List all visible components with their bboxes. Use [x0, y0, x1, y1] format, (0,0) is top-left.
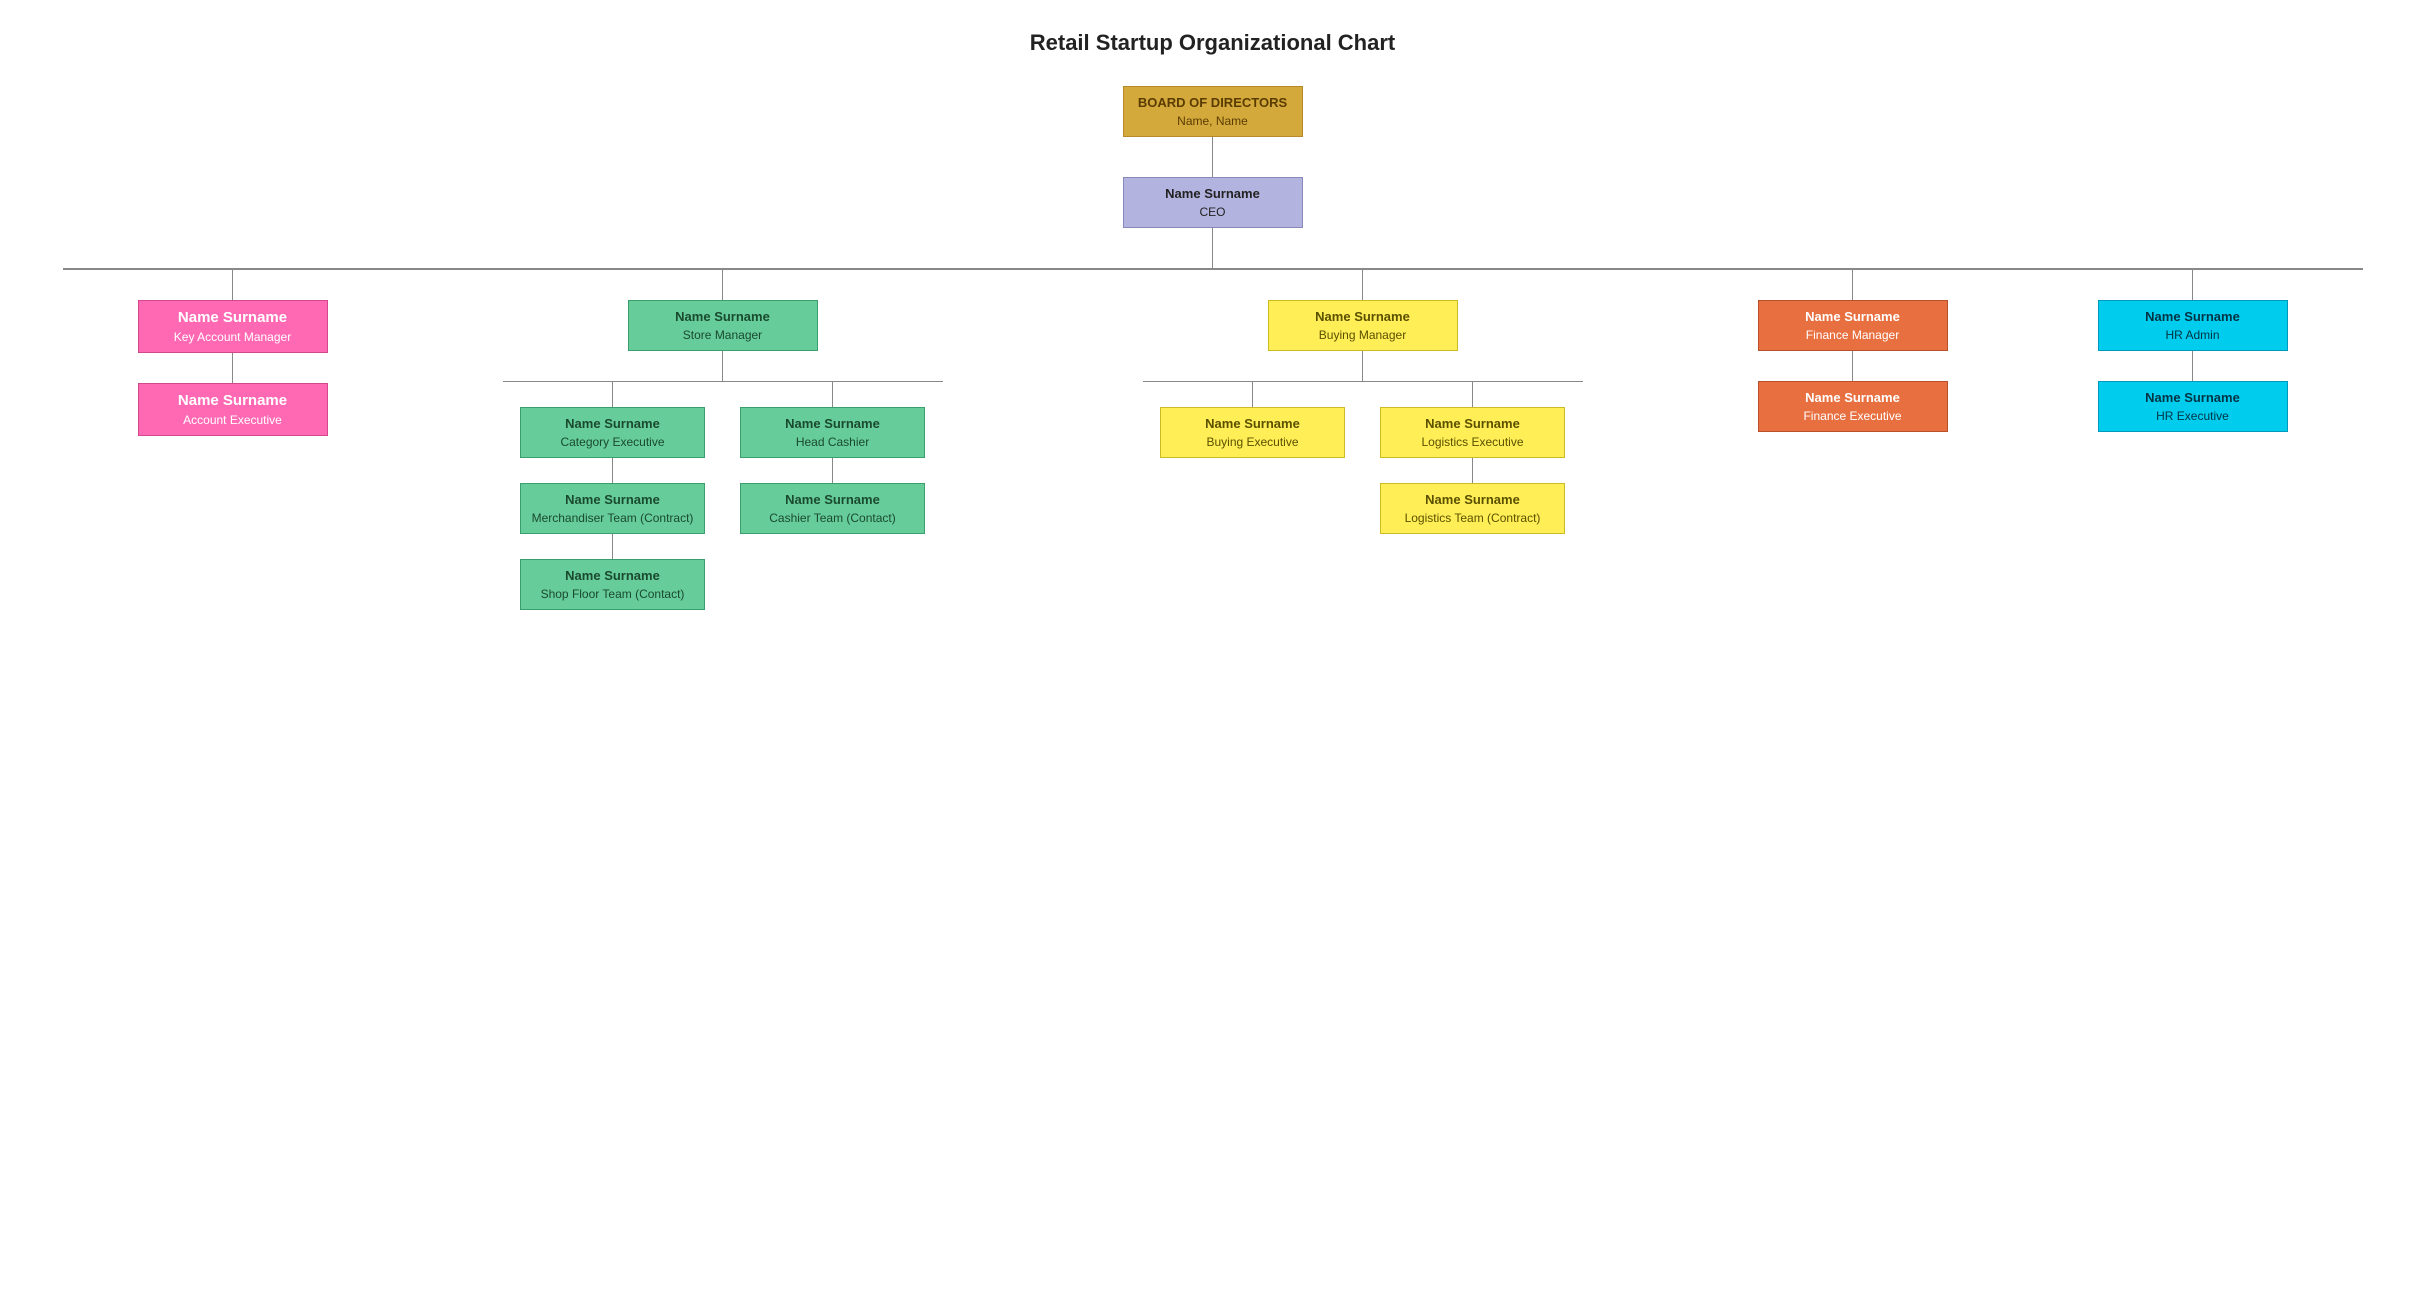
store-children-row: Name Surname Category Executive Name Sur…: [503, 382, 943, 610]
hr-exec-name: Name Surname: [2109, 390, 2277, 405]
ceo-node: Name Surname CEO: [1123, 177, 1303, 228]
buying-mgr-node: Name Surname Buying Manager: [1268, 300, 1458, 351]
v-merch-to-shop: [612, 534, 614, 559]
hr-admin-name: Name Surname: [2109, 309, 2277, 324]
ceo-section: Name Surname CEO: [1123, 177, 1303, 268]
v-cashier: [832, 382, 834, 407]
ae-role: Account Executive: [149, 413, 317, 427]
store-mgr-role: Store Manager: [639, 328, 807, 342]
v-kam-to-ae: [232, 353, 234, 383]
branch-store: Name Surname Store Manager Name Surname …: [433, 270, 1013, 611]
ae-name: Name Surname: [149, 392, 317, 409]
cat-exec-name: Name Surname: [531, 416, 694, 431]
v-drop-1: [232, 270, 234, 300]
board-section: BOARD OF DIRECTORS Name, Name: [1123, 86, 1303, 177]
branch-hr: Name Surname HR Admin Name Surname HR Ex…: [2053, 270, 2333, 432]
cashier-team-node: Name Surname Cashier Team (Contact): [740, 483, 925, 534]
finance-exec-name: Name Surname: [1769, 390, 1937, 405]
be-role: Buying Executive: [1171, 435, 1334, 449]
logistics-team-node: Name Surname Logistics Team (Contract): [1380, 483, 1565, 534]
le-name: Name Surname: [1391, 416, 1554, 431]
buying-mgr-role: Buying Manager: [1279, 328, 1447, 342]
buying-children-row: Name Surname Buying Executive Name Surna…: [1143, 382, 1583, 534]
top-horizontal-line: [63, 268, 2363, 270]
head-cashier-node: Name Surname Head Cashier: [740, 407, 925, 458]
v-ha-to-he: [2192, 351, 2194, 381]
buying-exec-node: Name Surname Buying Executive: [1160, 407, 1345, 458]
v-drop-4: [1852, 270, 1854, 300]
kam-node: Name Surname Key Account Manager: [138, 300, 328, 353]
v-fm-to-fe: [1852, 351, 1854, 381]
buying-exec-col: Name Surname Buying Executive: [1153, 382, 1353, 534]
logistics-exec-node: Name Surname Logistics Executive: [1380, 407, 1565, 458]
ct-name: Name Surname: [751, 492, 914, 507]
board-role: Name, Name: [1134, 114, 1292, 128]
chart-title: Retail Startup Organizational Chart: [20, 30, 2405, 56]
lt-name: Name Surname: [1391, 492, 1554, 507]
connector-ceo-branches: [1212, 228, 1214, 268]
store-mgr-node: Name Surname Store Manager: [628, 300, 818, 351]
kam-name: Name Surname: [149, 309, 317, 326]
buying-mgr-name: Name Surname: [1279, 309, 1447, 324]
cat-exec-role: Category Executive: [531, 435, 694, 449]
merch-role: Merchandiser Team (Contract): [531, 511, 694, 525]
v-be: [1252, 382, 1254, 407]
finance-mgr-role: Finance Manager: [1769, 328, 1937, 342]
ceo-name: Name Surname: [1134, 186, 1292, 201]
org-chart: BOARD OF DIRECTORS Name, Name Name Surna…: [20, 86, 2405, 610]
finance-mgr-name: Name Surname: [1769, 309, 1937, 324]
le-role: Logistics Executive: [1391, 435, 1554, 449]
hc-name: Name Surname: [751, 416, 914, 431]
shop-floor-name: Name Surname: [531, 568, 694, 583]
store-children-wrap: Name Surname Category Executive Name Sur…: [503, 381, 943, 611]
v-cat: [612, 382, 614, 407]
branch-buying: Name Surname Buying Manager Name Surname…: [1073, 270, 1653, 535]
finance-mgr-node: Name Surname Finance Manager: [1758, 300, 1948, 351]
branch-finance: Name Surname Finance Manager Name Surnam…: [1713, 270, 1993, 432]
shop-floor-role: Shop Floor Team (Contact): [531, 587, 694, 601]
shop-floor-node: Name Surname Shop Floor Team (Contact): [520, 559, 705, 610]
buying-children-wrap: Name Surname Buying Executive Name Surna…: [1143, 381, 1583, 535]
hr-exec-node: Name Surname HR Executive: [2098, 381, 2288, 432]
finance-exec-node: Name Surname Finance Executive: [1758, 381, 1948, 432]
hr-exec-role: HR Executive: [2109, 409, 2277, 423]
v-cat-to-merch: [612, 458, 614, 483]
v-drop-2: [722, 270, 724, 300]
kam-role: Key Account Manager: [149, 330, 317, 344]
merch-name: Name Surname: [531, 492, 694, 507]
branches-section: Name Surname Key Account Manager Name Su…: [63, 268, 2363, 610]
merch-team-node: Name Surname Merchandiser Team (Contract…: [520, 483, 705, 534]
h-bar: [63, 268, 2363, 270]
store-mgr-name: Name Surname: [639, 309, 807, 324]
v-buying-to-h: [1362, 351, 1364, 381]
hc-role: Head Cashier: [751, 435, 914, 449]
v-drop-3: [1362, 270, 1364, 300]
ceo-role: CEO: [1134, 205, 1292, 219]
v-le: [1472, 382, 1474, 407]
level2-row: Name Surname Key Account Manager Name Su…: [63, 270, 2363, 611]
logistics-exec-col: Name Surname Logistics Executive Name Su…: [1373, 382, 1573, 534]
board-node: BOARD OF DIRECTORS Name, Name: [1123, 86, 1303, 137]
connector-board-ceo: [1212, 137, 1214, 177]
hr-admin-node: Name Surname HR Admin: [2098, 300, 2288, 351]
finance-exec-role: Finance Executive: [1769, 409, 1937, 423]
account-exec-node: Name Surname Account Executive: [138, 383, 328, 436]
cat-exec-node: Name Surname Category Executive: [520, 407, 705, 458]
be-name: Name Surname: [1171, 416, 1334, 431]
v-drop-5: [2192, 270, 2194, 300]
board-name: BOARD OF DIRECTORS: [1134, 95, 1292, 110]
v-hc-to-ct: [832, 458, 834, 483]
cat-exec-col: Name Surname Category Executive Name Sur…: [513, 382, 713, 610]
head-cashier-col: Name Surname Head Cashier Name Surname C…: [733, 382, 933, 610]
lt-role: Logistics Team (Contract): [1391, 511, 1554, 525]
v-le-to-lt: [1472, 458, 1474, 483]
hr-admin-role: HR Admin: [2109, 328, 2277, 342]
branch-kam: Name Surname Key Account Manager Name Su…: [93, 270, 373, 436]
ct-role: Cashier Team (Contact): [751, 511, 914, 525]
v-store-to-h: [722, 351, 724, 381]
